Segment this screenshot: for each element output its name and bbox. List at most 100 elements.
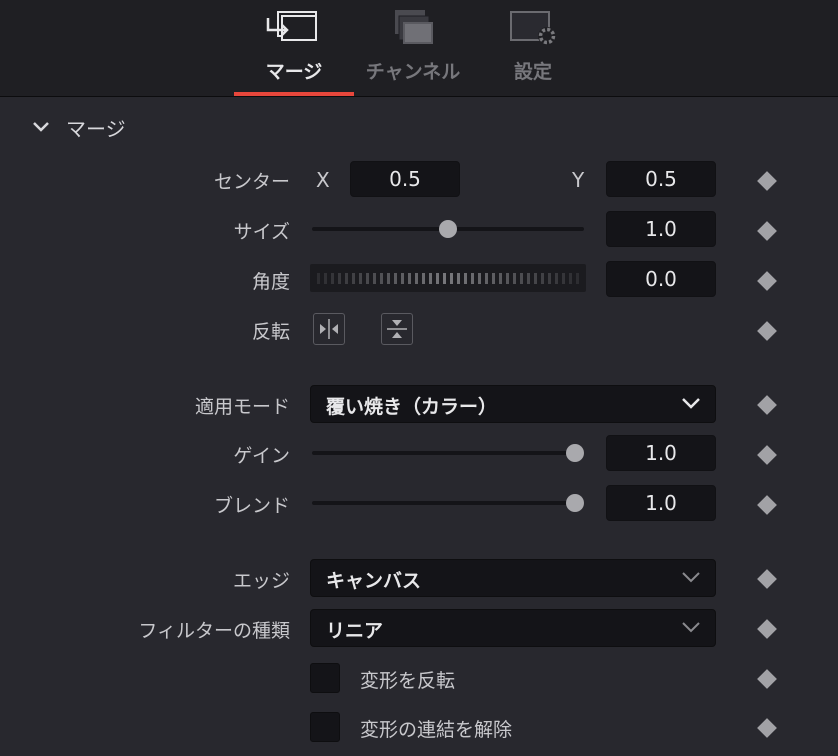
angle-wheel-tick — [387, 272, 390, 284]
angle-wheel-tick — [534, 272, 537, 284]
flip-keyframe-icon[interactable] — [757, 321, 777, 341]
chevron-down-icon — [682, 398, 700, 409]
angle-wheel-tick — [436, 272, 439, 284]
angle-wheel-tick — [541, 272, 544, 284]
flip-vertical-icon — [387, 320, 407, 338]
center-y-label: Y — [572, 168, 585, 192]
settings-icon — [510, 11, 556, 45]
gain-input[interactable]: 1.0 — [606, 435, 716, 471]
filter-type-value: リニア — [326, 620, 384, 642]
angle-wheel-tick — [345, 272, 348, 284]
angle-wheel-tick — [366, 272, 369, 284]
tab-channel[interactable]: チャンネル — [353, 0, 473, 96]
flip-vertical-button[interactable] — [381, 313, 413, 345]
edge-dropdown[interactable]: キャンバス — [310, 559, 716, 597]
angle-wheel-tick — [331, 272, 334, 284]
angle-wheel-tick — [464, 272, 467, 284]
chevron-down-icon — [682, 622, 700, 633]
gain-keyframe-icon[interactable] — [757, 445, 777, 465]
angle-wheel-tick — [527, 272, 530, 284]
gain-label: ゲイン — [233, 445, 290, 467]
center-x-label: X — [316, 168, 330, 192]
blend-keyframe-icon[interactable] — [757, 495, 777, 515]
angle-wheel-tick — [499, 272, 502, 284]
invert-transform-keyframe-icon[interactable] — [757, 669, 777, 689]
angle-wheel-tick — [359, 272, 362, 284]
channel-icon — [395, 10, 433, 44]
edge-keyframe-icon[interactable] — [757, 569, 777, 589]
blend-slider-knob[interactable] — [566, 494, 584, 512]
angle-wheel-tick — [555, 272, 558, 284]
angle-wheel-tick — [485, 272, 488, 284]
flip-horizontal-button[interactable] — [313, 313, 345, 345]
apply-mode-label: 適用モード — [194, 396, 290, 418]
tab-merge[interactable]: マージ — [234, 0, 354, 96]
center-x-input[interactable]: 0.5 — [350, 161, 460, 197]
tab-settings[interactable]: 設定 — [473, 0, 593, 96]
angle-wheel-tick — [548, 272, 551, 284]
angle-label: 角度 — [251, 271, 290, 293]
apply-mode-keyframe-icon[interactable] — [757, 395, 777, 415]
angle-input[interactable]: 0.0 — [606, 261, 716, 297]
apply-mode-dropdown[interactable]: 覆い焼き（カラー） — [310, 385, 716, 423]
gain-slider-track[interactable] — [312, 451, 584, 455]
angle-wheel-tick — [408, 272, 411, 284]
angle-wheel-tick — [562, 272, 565, 284]
filter-type-label: フィルターの種類 — [138, 620, 290, 642]
blend-slider-track[interactable] — [312, 501, 584, 505]
center-y-input[interactable]: 0.5 — [606, 161, 716, 197]
angle-wheel-tick — [422, 272, 425, 284]
angle-jog-wheel[interactable] — [310, 264, 586, 292]
flip-label: 反転 — [251, 321, 290, 343]
invert-transform-checkbox[interactable] — [310, 663, 340, 693]
blend-label: ブレンド — [213, 495, 290, 517]
angle-wheel-tick — [317, 272, 320, 284]
gain-slider-knob[interactable] — [566, 444, 584, 462]
angle-wheel-tick — [569, 272, 572, 284]
unlink-transform-label: 変形の連結を解除 — [360, 719, 513, 741]
chevron-down-icon — [33, 122, 49, 132]
blend-input[interactable]: 1.0 — [606, 485, 716, 521]
angle-wheel-tick — [338, 272, 341, 284]
edge-label: エッジ — [232, 570, 290, 592]
size-label: サイズ — [233, 221, 290, 243]
angle-wheel-tick — [478, 272, 481, 284]
center-label: センター — [213, 171, 290, 193]
filter-type-dropdown[interactable]: リニア — [310, 609, 716, 647]
angle-wheel-tick — [429, 272, 432, 284]
angle-wheel-tick — [380, 272, 383, 284]
angle-wheel-tick — [513, 272, 516, 284]
tab-channel-label: チャンネル — [365, 61, 461, 83]
size-input[interactable]: 1.0 — [606, 211, 716, 247]
size-keyframe-icon[interactable] — [757, 221, 777, 241]
angle-wheel-tick — [401, 272, 404, 284]
merge-icon — [266, 11, 317, 41]
angle-wheel-tick — [450, 272, 453, 284]
angle-wheel-tick — [324, 272, 327, 284]
tab-merge-label: マージ — [265, 61, 323, 83]
angle-wheel-tick — [576, 272, 579, 284]
active-tab-indicator — [234, 92, 354, 96]
apply-mode-value: 覆い焼き（カラー） — [326, 396, 498, 418]
tab-settings-label: 設定 — [513, 61, 552, 83]
angle-wheel-tick — [471, 272, 474, 284]
angle-wheel-tick — [394, 272, 397, 284]
angle-wheel-tick — [443, 272, 446, 284]
filter-type-keyframe-icon[interactable] — [757, 619, 777, 639]
angle-wheel-tick — [373, 272, 376, 284]
angle-wheel-tick — [415, 272, 418, 284]
section-title: マージ — [66, 116, 126, 141]
edge-value: キャンバス — [326, 570, 422, 592]
angle-wheel-tick — [506, 272, 509, 284]
unlink-transform-checkbox[interactable] — [310, 712, 340, 742]
angle-keyframe-icon[interactable] — [757, 271, 777, 291]
angle-wheel-tick — [520, 272, 523, 284]
flip-horizontal-icon — [320, 319, 338, 339]
merge-section-header[interactable]: マージ — [30, 112, 126, 142]
center-keyframe-icon[interactable] — [757, 171, 777, 191]
angle-wheel-tick — [492, 272, 495, 284]
unlink-transform-keyframe-icon[interactable] — [757, 718, 777, 738]
chevron-down-icon — [682, 572, 700, 583]
inspector-tab-bar: マージ チャンネル 設定 — [0, 0, 838, 97]
size-slider-knob[interactable] — [439, 220, 457, 238]
